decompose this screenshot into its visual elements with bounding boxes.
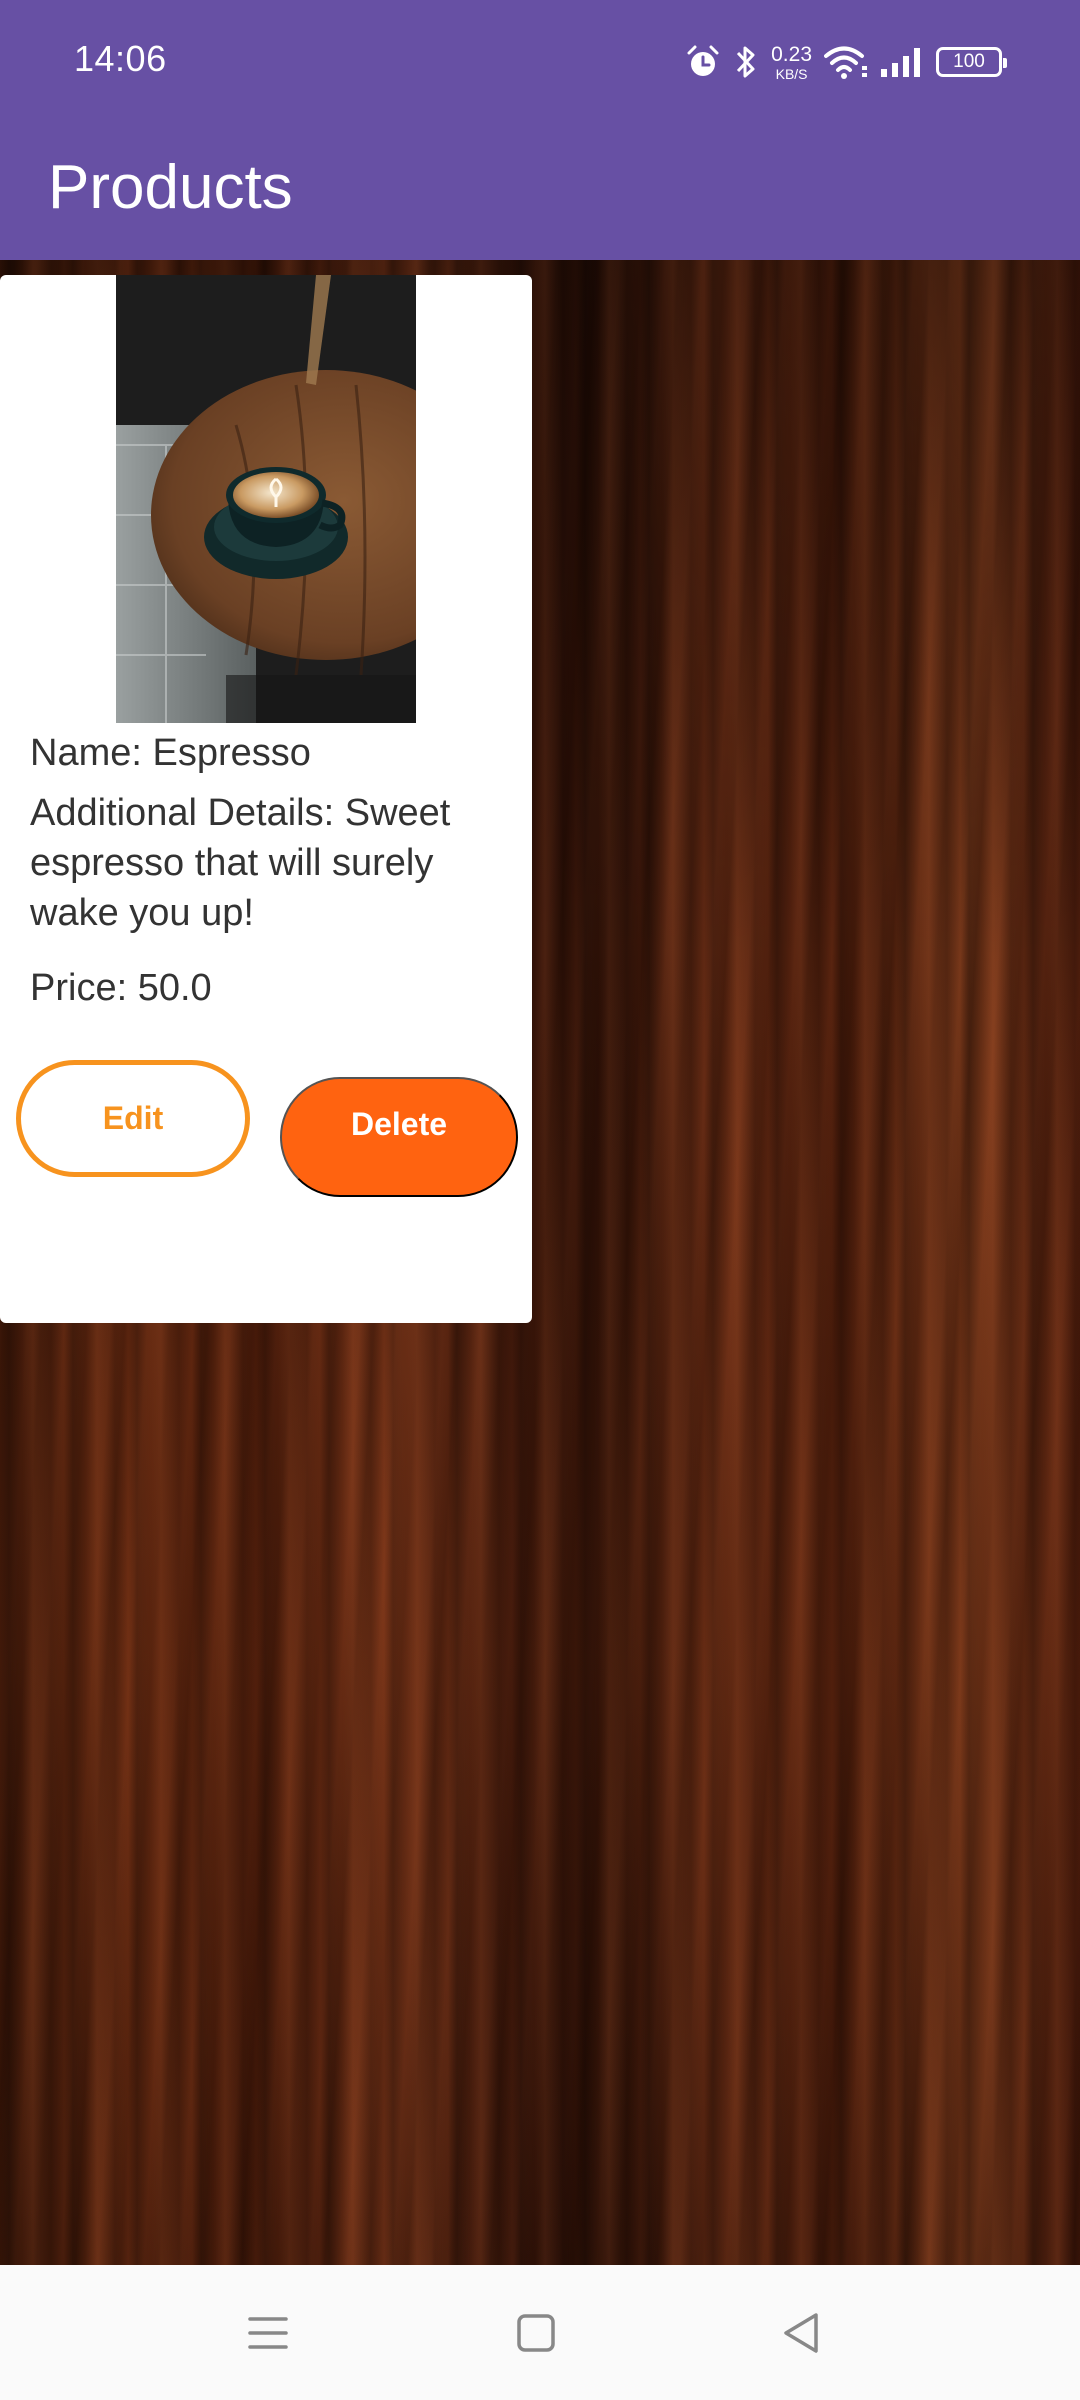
page-title: Products [48,153,293,222]
product-price: Price: 50.0 [30,967,212,1009]
menu-icon[interactable] [246,2303,290,2363]
net-speed-value: 0.23 [771,42,812,66]
screen: 14:06 0.23 KB/S 100 Products Name: Espre… [0,0,1080,2400]
status-time: 14:06 [74,38,167,79]
edit-button[interactable]: Edit [16,1060,250,1177]
battery-level: 100 [953,51,985,72]
net-speed-unit: KB/S [775,65,808,82]
signal-icon [881,48,920,77]
product-image [116,275,416,723]
bluetooth-icon [737,46,755,78]
navigation-bar [0,2265,1080,2400]
home-icon[interactable] [514,2303,558,2363]
back-icon[interactable] [780,2303,824,2363]
delete-button[interactable]: Delete [280,1077,518,1197]
product-card[interactable]: Name: Espresso Additional Details: Sweet… [0,275,532,1323]
status-bar: 14:06 0.23 KB/S 100 [0,0,1080,122]
app-bar: Products [0,122,1080,260]
delete-button-label: Delete [350,1106,448,1142]
battery-icon: 100 [936,47,1007,77]
product-name: Name: Espresso [30,732,311,774]
net-speed: 0.23 KB/S [771,44,812,81]
alarm-icon [687,45,719,76]
wifi-icon [824,46,867,79]
status-icons: 0.23 KB/S 100 [685,38,1007,86]
product-details: Additional Details: Sweet espresso that … [30,792,451,934]
